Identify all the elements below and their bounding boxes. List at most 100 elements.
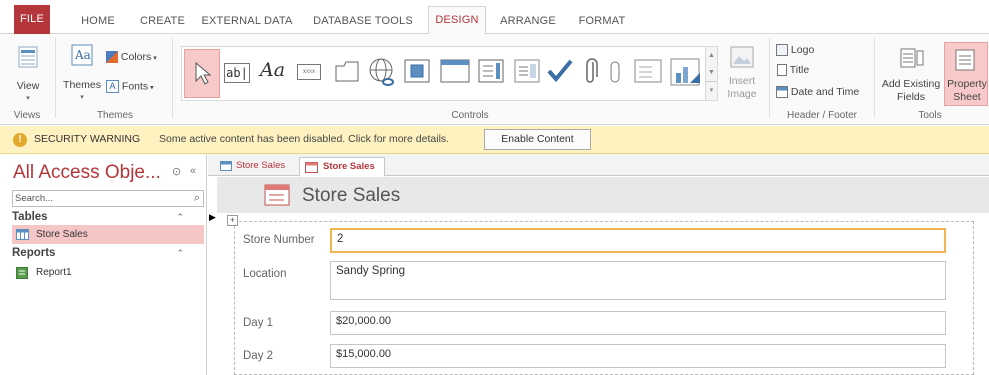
themes-group-label: Themes — [96, 110, 134, 121]
list-box-control-icon[interactable] — [634, 59, 662, 83]
date-and-time-button[interactable]: Date and Time — [776, 86, 868, 102]
title-label: Title — [789, 64, 810, 76]
button-control-icon[interactable]: xxxx — [297, 64, 321, 80]
day-2-field[interactable]: $15,000.00 — [330, 344, 946, 368]
form-header: Store Sales — [217, 177, 989, 213]
document-tabs: Store Sales Store Sales — [208, 154, 989, 177]
tab-control-icon[interactable] — [334, 59, 360, 83]
table-icon — [16, 229, 29, 240]
doc-tab-store-sales-form[interactable]: Store Sales — [299, 157, 385, 177]
warning-icon: ! — [13, 133, 27, 147]
ribbon-tab-bar: FILE HOME CREATE EXTERNAL DATA DATABASE … — [0, 0, 989, 35]
form-header-icon — [264, 184, 290, 206]
collapse-chevron-icon: ⌃ — [176, 248, 184, 258]
themes-button[interactable]: Aa Themes ▾ — [61, 42, 103, 106]
day-1-field[interactable]: $20,000.00 — [330, 311, 946, 335]
chart-control-icon[interactable] — [670, 57, 704, 87]
header-footer-group-label: Header / Footer — [786, 110, 858, 121]
nav-item-label: Report1 — [36, 267, 72, 278]
view-icon — [18, 46, 38, 68]
nav-pane-title[interactable]: All Access Obje... — [13, 162, 161, 184]
doc-tab-label: Store Sales — [323, 161, 375, 172]
nav-item-report1[interactable]: Report1 — [12, 263, 204, 282]
tab-format[interactable]: FORMAT — [573, 8, 631, 34]
svg-text:Aa: Aa — [74, 48, 91, 62]
web-browser-control-icon[interactable] — [404, 59, 430, 83]
enable-content-button[interactable]: Enable Content — [484, 129, 591, 150]
colors-icon — [106, 51, 118, 64]
insert-image-label-line2: Image — [727, 88, 757, 100]
add-fields-label-line2: Fields — [896, 91, 925, 103]
view-button[interactable]: View ▾ — [10, 42, 46, 106]
hyperlink-control-icon[interactable] — [368, 57, 398, 89]
location-field[interactable]: Sandy Spring — [330, 261, 946, 300]
tab-arrange[interactable]: ARRANGE — [500, 8, 556, 34]
select-tool[interactable] — [184, 49, 220, 98]
insert-image-button[interactable]: Insert Image — [720, 42, 764, 106]
form-title: Store Sales — [302, 185, 401, 206]
gallery-scroll-down-icon[interactable]: ▼ — [706, 64, 717, 81]
table-icon — [220, 161, 232, 171]
tab-design[interactable]: DESIGN — [428, 6, 486, 35]
logo-icon — [776, 44, 788, 57]
page-break-control-icon[interactable] — [514, 59, 540, 83]
colors-button[interactable]: Colors ▾ — [106, 51, 166, 67]
tab-external-data[interactable]: EXTERNAL DATA — [200, 8, 294, 34]
group-divider — [172, 38, 173, 118]
form-icon — [305, 162, 318, 173]
tools-group-label: Tools — [918, 110, 942, 121]
tab-create[interactable]: CREATE — [140, 8, 185, 34]
option-button-control-icon[interactable] — [607, 61, 623, 85]
gallery-scroll-up-icon[interactable]: ▲ — [706, 47, 717, 64]
option-group-control-icon[interactable] — [478, 59, 504, 83]
group-divider — [769, 38, 770, 118]
add-fields-icon — [900, 48, 924, 68]
controls-group-label: Controls — [451, 110, 489, 121]
nav-item-label: Store Sales — [36, 229, 88, 240]
colors-label: Colors — [120, 51, 152, 63]
security-warning-message[interactable]: Some active content has been disabled. C… — [159, 133, 449, 145]
label-control-icon[interactable]: Aa — [260, 59, 286, 83]
gallery-more-icon[interactable]: ▾ — [706, 81, 717, 99]
tab-database-tools[interactable]: DATABASE TOOLS — [313, 8, 413, 34]
doc-tab-store-sales-table[interactable]: Store Sales — [216, 157, 296, 177]
nav-menu-icon[interactable]: ⊙ — [172, 165, 181, 178]
property-sheet-button[interactable]: Property Sheet — [944, 42, 988, 106]
current-record-arrow-icon: ▶ — [209, 212, 216, 222]
shutter-bar-close-icon[interactable]: « — [190, 165, 196, 177]
doc-tab-label: Store Sales — [236, 160, 286, 171]
store-number-field[interactable]: 2 — [330, 228, 946, 253]
textbox-control-icon[interactable]: ab| — [224, 63, 250, 83]
gallery-scroll[interactable]: ▲ ▼ ▾ — [705, 47, 717, 100]
record-selector[interactable] — [208, 213, 217, 375]
fonts-button[interactable]: A Fonts ▾ — [106, 80, 166, 96]
attachment-control-icon[interactable] — [582, 57, 600, 87]
insert-image-label-line1: Insert — [728, 75, 756, 87]
navigation-control-icon[interactable] — [440, 59, 470, 83]
date-and-time-label: Date and Time — [790, 86, 860, 98]
logo-label: Logo — [790, 44, 815, 56]
nav-search-input[interactable]: Search... ⌕ — [12, 190, 204, 207]
title-icon — [777, 64, 787, 77]
form-detail-section: + Store Number 2 Location Sandy Spring D… — [227, 215, 974, 375]
nav-group-label: Tables — [12, 211, 48, 223]
ribbon: View ▾ Views Aa Themes ▾ Colors ▾ A Font… — [0, 34, 989, 125]
fonts-label: Fonts — [121, 80, 149, 93]
pointer-icon — [195, 62, 212, 85]
layout-selector-icon[interactable]: + — [227, 215, 238, 226]
security-warning-bar: ! SECURITY WARNING Some active content h… — [0, 126, 989, 154]
calendar-icon — [776, 86, 788, 99]
search-icon[interactable]: ⌕ — [194, 192, 200, 205]
nav-item-store-sales-table[interactable]: Store Sales — [12, 225, 204, 244]
add-existing-fields-button[interactable]: Add Existing Fields — [880, 42, 942, 106]
tab-file[interactable]: FILE — [14, 5, 50, 34]
check-box-control-icon[interactable] — [546, 57, 574, 85]
tab-home[interactable]: HOME — [76, 8, 120, 34]
group-divider — [55, 38, 56, 118]
nav-group-reports[interactable]: Reports ⌃ — [12, 247, 204, 263]
title-button[interactable]: Title — [776, 64, 866, 80]
logo-button[interactable]: Logo — [776, 44, 866, 60]
property-sheet-label-line2: Sheet — [953, 91, 981, 103]
add-fields-label-line1: Add Existing — [881, 78, 941, 90]
fonts-icon: A — [106, 80, 119, 93]
